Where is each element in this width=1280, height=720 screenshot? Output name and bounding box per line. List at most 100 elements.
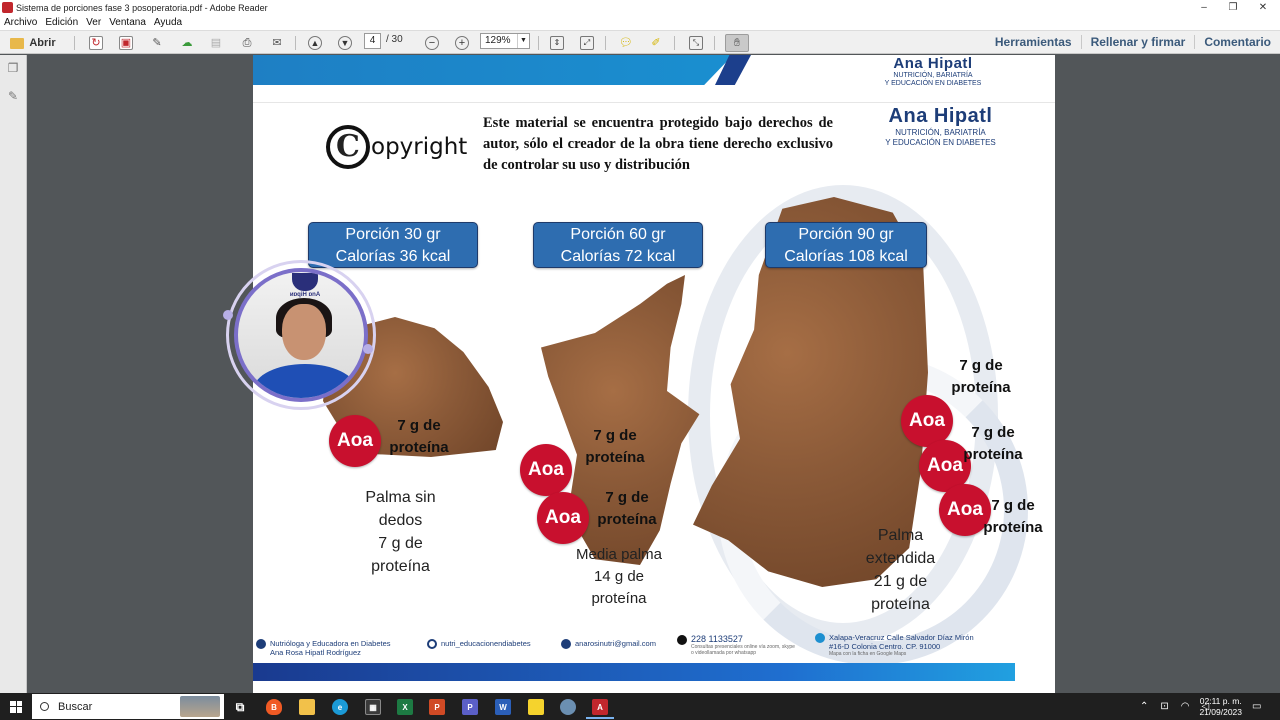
taskbar-search-label: Buscar: [58, 700, 93, 713]
excel-icon[interactable]: X: [397, 699, 413, 715]
publisher-icon[interactable]: P: [462, 699, 478, 715]
chevron-up-icon[interactable]: ⌃: [1140, 701, 1148, 712]
fill-sign-link[interactable]: Rellenar y firmar: [1080, 35, 1195, 49]
footer-phone: 228 1133527 Consultas presenciales onlin…: [677, 635, 795, 656]
menu-ver[interactable]: Ver: [86, 17, 101, 28]
search-icon: [40, 702, 49, 711]
brand-logo-top: Ana Hipatl NUTRICIÓN, BARIATRÍA Y EDUCAC…: [884, 55, 982, 87]
create-pdf-icon[interactable]: ↻: [86, 34, 106, 52]
zoom-in-icon[interactable]: +: [452, 34, 472, 52]
page-footer: Nutrióloga y Educadora en Diabetes Ana Ro…: [253, 627, 1055, 667]
caption-30g: Palma sin dedos 7 g de proteína: [365, 489, 436, 575]
zoom-select[interactable]: 129% ▼: [480, 33, 530, 49]
menu-bar: Archivo Edición Ver Ventana Ayuda: [0, 15, 1280, 30]
portion-label-60g: Porción 60 gr Calorías 72 kcal: [533, 222, 703, 268]
zoom-out-icon[interactable]: −: [422, 34, 442, 52]
previous-page-icon[interactable]: ▲: [305, 34, 325, 52]
file-explorer-icon[interactable]: [299, 699, 315, 715]
document-area[interactable]: Ana Hipatl NUTRICIÓN, BARIATRÍA Y EDUCAC…: [28, 55, 1280, 693]
footer-address: Xalapa-Veracruz Calle Salvador Díaz Miró…: [815, 633, 974, 657]
taskbar-clock[interactable]: 02:11 p. m. 21/09/2023: [1199, 696, 1242, 718]
header-band: [253, 55, 733, 85]
footer-email: anarosinutri@gmail.com: [561, 639, 656, 649]
protein-label: 7 g de proteína: [983, 497, 1043, 536]
cloud-upload-icon[interactable]: ☁: [177, 34, 197, 52]
footer-band: [253, 663, 1015, 681]
store-icon[interactable]: ▦: [365, 699, 381, 715]
print-icon[interactable]: ⎙: [237, 34, 257, 52]
edge-browser-icon[interactable]: e: [332, 699, 348, 715]
title-bar: Sistema de porciones fase 3 posoperatori…: [0, 0, 1280, 15]
caption-60g: Media palma 14 g de proteína: [576, 546, 662, 607]
chevron-down-icon[interactable]: ▼: [517, 34, 529, 48]
open-button[interactable]: Abrir: [8, 34, 58, 52]
signatures-icon[interactable]: ✎: [6, 89, 20, 103]
brave-browser-icon[interactable]: B: [266, 699, 282, 715]
email-icon: [561, 639, 571, 649]
adobe-reader-taskbar-icon[interactable]: A: [592, 699, 608, 715]
portion-label-90g: Porción 90 gr Calorías 108 kcal: [765, 222, 927, 268]
copyright-notice: Este material se encuentra protegido baj…: [483, 115, 833, 173]
powerpoint-icon[interactable]: P: [429, 699, 445, 715]
sticky-notes-icon[interactable]: [528, 699, 544, 715]
copyright-symbol: C: [326, 125, 370, 169]
menu-archivo[interactable]: Archivo: [4, 17, 37, 28]
zoom-value: 129%: [485, 35, 511, 46]
facebook-icon: [256, 639, 266, 649]
aoa-badge: Aoa: [520, 444, 572, 496]
copyright-mark: C opyright: [326, 125, 467, 169]
folder-icon: [10, 37, 25, 49]
footer-instagram: nutri_educacionendiabetes: [427, 639, 531, 649]
tools-link[interactable]: Herramientas: [986, 35, 1081, 49]
page-number-input[interactable]: 4: [364, 33, 381, 49]
page-thumbnails-icon[interactable]: ❐: [6, 61, 20, 75]
webcam-overlay: ᴎɒqiH ɒnA: [223, 260, 376, 410]
next-page-icon[interactable]: ▼: [335, 34, 355, 52]
footer-facebook: Nutrióloga y Educadora en Diabetes Ana Ro…: [256, 639, 391, 657]
edit-pdf-icon[interactable]: ✎: [147, 34, 167, 52]
menu-ventana[interactable]: Ventana: [109, 17, 146, 28]
close-button[interactable]: ✕: [1248, 0, 1278, 15]
page-total: / 30: [386, 34, 403, 45]
presenter-badge: [292, 273, 318, 291]
highlight-icon[interactable]: ✐: [646, 34, 666, 52]
full-screen-icon[interactable]: ⤡: [686, 34, 706, 52]
app-icon[interactable]: [560, 699, 576, 715]
location-pin-icon: [815, 633, 825, 643]
navigation-pane: ❐ ✎: [0, 55, 27, 693]
fit-width-icon[interactable]: ⇕: [547, 34, 567, 52]
aoa-badge: Aoa: [329, 415, 381, 467]
presenter-avatar: ᴎɒqiH ɒnA: [234, 268, 368, 402]
word-icon[interactable]: W: [495, 699, 511, 715]
taskbar-search[interactable]: Buscar: [32, 694, 224, 719]
adobe-reader-icon: [2, 2, 13, 13]
task-view-icon[interactable]: ⧉: [232, 699, 248, 715]
export-pdf-icon[interactable]: ▣: [116, 34, 136, 52]
search-highlight-image: [180, 696, 220, 717]
wifi-icon[interactable]: ◠: [1181, 701, 1190, 712]
taskbar: Buscar ⧉ B e ▦ X P P W A ⌃ ⊡ ◠ ◁ 02:11 p…: [0, 693, 1280, 720]
phone-icon: [677, 635, 687, 645]
protein-label: 7 g de proteína: [585, 427, 645, 466]
menu-ayuda[interactable]: Ayuda: [154, 17, 182, 28]
restore-button[interactable]: ❐: [1218, 0, 1248, 15]
right-panel-links: Herramientas Rellenar y firmar Comentari…: [986, 30, 1280, 54]
protein-label: 7 g de proteína: [597, 489, 657, 528]
open-button-label: Abrir: [29, 37, 56, 49]
protein-label: 7 g de proteína: [963, 424, 1023, 463]
brand-logo: Ana Hipatl NUTRICIÓN, BARIATRÍA Y EDUCAC…: [885, 105, 996, 147]
fit-page-icon[interactable]: ⤢: [577, 34, 597, 52]
comment-icon[interactable]: 💬︎: [616, 34, 636, 52]
email-icon[interactable]: ✉: [267, 34, 287, 52]
start-button[interactable]: [0, 693, 32, 720]
menu-edicion[interactable]: Edición: [45, 17, 78, 28]
copyright-word: opyright: [371, 134, 468, 160]
save-icon[interactable]: ▤: [206, 34, 226, 52]
clock-time: 02:11 p. m.: [1199, 696, 1242, 706]
hand-tool-icon[interactable]: ✋︎: [725, 34, 749, 52]
comment-link[interactable]: Comentario: [1194, 35, 1280, 49]
network-icon[interactable]: ⊡: [1160, 701, 1168, 712]
notifications-icon[interactable]: ▭: [1252, 693, 1261, 720]
minimize-button[interactable]: –: [1189, 0, 1219, 15]
clock-date: 21/09/2023: [1199, 707, 1242, 717]
